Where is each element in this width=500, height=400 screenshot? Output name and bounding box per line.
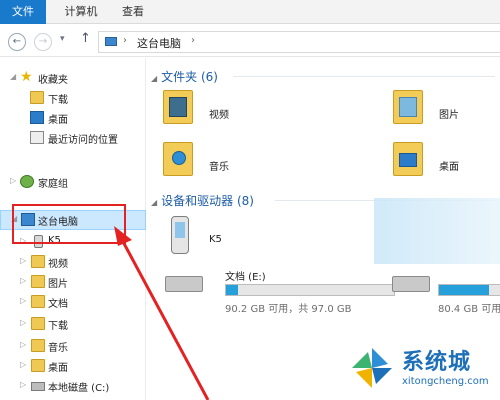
- watermark-logo-icon: [352, 348, 392, 388]
- watermark-text: 系统城: [402, 350, 472, 375]
- watermark: 系统城 xitongcheng.com: [348, 340, 500, 400]
- watermark-url: xitongcheng.com: [402, 376, 489, 387]
